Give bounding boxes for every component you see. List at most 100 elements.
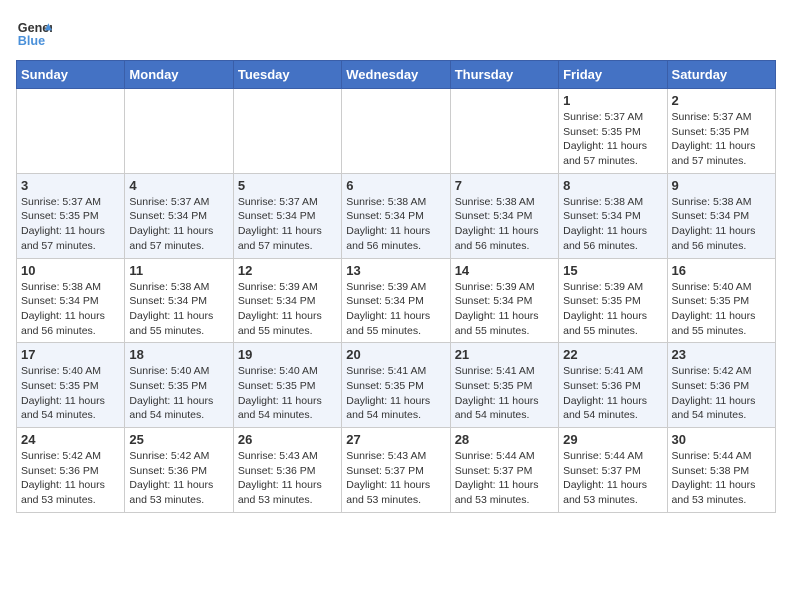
day-info: Sunrise: 5:37 AM Sunset: 5:34 PM Dayligh… bbox=[238, 195, 337, 254]
calendar-cell: 14Sunrise: 5:39 AM Sunset: 5:34 PM Dayli… bbox=[450, 258, 558, 343]
calendar-cell: 13 Sunrise: 5:39 AM Sunset: 5:34 PM Dayli… bbox=[342, 258, 450, 343]
day-header-wednesday: Wednesday bbox=[342, 61, 450, 89]
day-info: Sunrise: 5:38 AM Sunset: 5:34 PM Dayligh… bbox=[346, 195, 445, 254]
svg-text:Blue: Blue bbox=[18, 34, 45, 48]
calendar-cell: 29 Sunrise: 5:44 AM Sunset: 5:37 PM Dayli… bbox=[559, 428, 667, 513]
day-number: 11 bbox=[129, 263, 228, 278]
calendar-cell: 8 Sunrise: 5:38 AM Sunset: 5:34 PM Daylig… bbox=[559, 173, 667, 258]
logo-icon: General Blue bbox=[16, 16, 52, 52]
calendar-cell: 1 Sunrise: 5:37 AM Sunset: 5:35 PM Daylig… bbox=[559, 89, 667, 174]
day-number: 3 bbox=[21, 178, 120, 193]
day-info: Sunrise: 5:42 AM Sunset: 5:36 PM Dayligh… bbox=[672, 364, 771, 423]
calendar-cell bbox=[450, 89, 558, 174]
day-number: 1 bbox=[563, 93, 662, 108]
calendar-cell: 16 Sunrise: 5:40 AM Sunset: 5:35 PM Dayli… bbox=[667, 258, 775, 343]
day-info: Sunrise: 5:39 AM Sunset: 5:34 PM Dayligh… bbox=[346, 280, 445, 339]
day-number: 14 bbox=[455, 263, 554, 278]
calendar-week-2: 10 Sunrise: 5:38 AM Sunset: 5:34 PM Dayli… bbox=[17, 258, 776, 343]
day-number: 26 bbox=[238, 432, 337, 447]
page-header: General Blue bbox=[16, 16, 776, 52]
day-number: 12 bbox=[238, 263, 337, 278]
day-number: 16 bbox=[672, 263, 771, 278]
day-number: 20 bbox=[346, 347, 445, 362]
calendar-cell bbox=[233, 89, 341, 174]
day-number: 8 bbox=[563, 178, 662, 193]
day-info: Sunrise: 5:39 AM Sunset: 5:35 PM Dayligh… bbox=[563, 280, 662, 339]
day-info: Sunrise: 5:41 AM Sunset: 5:35 PM Dayligh… bbox=[455, 364, 554, 423]
calendar-cell: 6 Sunrise: 5:38 AM Sunset: 5:34 PM Daylig… bbox=[342, 173, 450, 258]
day-info: Sunrise: 5:40 AM Sunset: 5:35 PM Dayligh… bbox=[672, 280, 771, 339]
day-number: 13 bbox=[346, 263, 445, 278]
calendar-cell: 23 Sunrise: 5:42 AM Sunset: 5:36 PM Dayli… bbox=[667, 343, 775, 428]
calendar-cell: 18 Sunrise: 5:40 AM Sunset: 5:35 PM Dayli… bbox=[125, 343, 233, 428]
day-number: 29 bbox=[563, 432, 662, 447]
calendar-cell bbox=[17, 89, 125, 174]
day-info: Sunrise: 5:43 AM Sunset: 5:36 PM Dayligh… bbox=[238, 449, 337, 508]
day-info: Sunrise: 5:40 AM Sunset: 5:35 PM Dayligh… bbox=[21, 364, 120, 423]
day-info: Sunrise: 5:39 AM Sunset: 5:34 PM Dayligh… bbox=[238, 280, 337, 339]
calendar-cell bbox=[342, 89, 450, 174]
calendar-cell: 15 Sunrise: 5:39 AM Sunset: 5:35 PM Dayli… bbox=[559, 258, 667, 343]
day-info: Sunrise: 5:40 AM Sunset: 5:35 PM Dayligh… bbox=[238, 364, 337, 423]
day-number: 25 bbox=[129, 432, 228, 447]
calendar-cell: 3 Sunrise: 5:37 AM Sunset: 5:35 PM Daylig… bbox=[17, 173, 125, 258]
calendar-cell: 20 Sunrise: 5:41 AM Sunset: 5:35 PM Dayli… bbox=[342, 343, 450, 428]
day-number: 28 bbox=[455, 432, 554, 447]
day-number: 17 bbox=[21, 347, 120, 362]
calendar-cell: 30Sunrise: 5:44 AM Sunset: 5:38 PM Dayli… bbox=[667, 428, 775, 513]
day-info: Sunrise: 5:41 AM Sunset: 5:35 PM Dayligh… bbox=[346, 364, 445, 423]
calendar-cell: 17 Sunrise: 5:40 AM Sunset: 5:35 PM Dayli… bbox=[17, 343, 125, 428]
day-info: Sunrise: 5:37 AM Sunset: 5:35 PM Dayligh… bbox=[672, 110, 771, 169]
calendar-cell bbox=[125, 89, 233, 174]
calendar-cell: 10 Sunrise: 5:38 AM Sunset: 5:34 PM Dayli… bbox=[17, 258, 125, 343]
day-number: 4 bbox=[129, 178, 228, 193]
day-number: 7 bbox=[455, 178, 554, 193]
day-info: Sunrise: 5:41 AM Sunset: 5:36 PM Dayligh… bbox=[563, 364, 662, 423]
day-info: Sunrise: 5:44 AM Sunset: 5:37 PM Dayligh… bbox=[455, 449, 554, 508]
day-header-tuesday: Tuesday bbox=[233, 61, 341, 89]
day-info: Sunrise: 5:37 AM Sunset: 5:35 PM Dayligh… bbox=[563, 110, 662, 169]
day-info: Sunrise: 5:42 AM Sunset: 5:36 PM Dayligh… bbox=[129, 449, 228, 508]
day-info: Sunrise: 5:38 AM Sunset: 5:34 PM Dayligh… bbox=[455, 195, 554, 254]
day-header-thursday: Thursday bbox=[450, 61, 558, 89]
day-info: Sunrise: 5:37 AM Sunset: 5:34 PM Dayligh… bbox=[129, 195, 228, 254]
calendar-cell: 27 Sunrise: 5:43 AM Sunset: 5:37 PM Dayli… bbox=[342, 428, 450, 513]
calendar-header-row: SundayMondayTuesdayWednesdayThursdayFrid… bbox=[17, 61, 776, 89]
day-info: Sunrise: 5:38 AM Sunset: 5:34 PM Dayligh… bbox=[21, 280, 120, 339]
calendar-cell: 11Sunrise: 5:38 AM Sunset: 5:34 PM Dayli… bbox=[125, 258, 233, 343]
day-number: 19 bbox=[238, 347, 337, 362]
calendar-cell: 2 Sunrise: 5:37 AM Sunset: 5:35 PM Daylig… bbox=[667, 89, 775, 174]
calendar-cell: 22Sunrise: 5:41 AM Sunset: 5:36 PM Dayli… bbox=[559, 343, 667, 428]
calendar-week-4: 24Sunrise: 5:42 AM Sunset: 5:36 PM Dayli… bbox=[17, 428, 776, 513]
day-info: Sunrise: 5:43 AM Sunset: 5:37 PM Dayligh… bbox=[346, 449, 445, 508]
day-number: 18 bbox=[129, 347, 228, 362]
day-number: 10 bbox=[21, 263, 120, 278]
day-header-friday: Friday bbox=[559, 61, 667, 89]
calendar-cell: 24Sunrise: 5:42 AM Sunset: 5:36 PM Dayli… bbox=[17, 428, 125, 513]
day-number: 9 bbox=[672, 178, 771, 193]
calendar-cell: 19 Sunrise: 5:40 AM Sunset: 5:35 PM Dayli… bbox=[233, 343, 341, 428]
calendar-cell: 25 Sunrise: 5:42 AM Sunset: 5:36 PM Dayli… bbox=[125, 428, 233, 513]
calendar-week-3: 17 Sunrise: 5:40 AM Sunset: 5:35 PM Dayli… bbox=[17, 343, 776, 428]
day-info: Sunrise: 5:44 AM Sunset: 5:37 PM Dayligh… bbox=[563, 449, 662, 508]
day-number: 15 bbox=[563, 263, 662, 278]
calendar-cell: 9Sunrise: 5:38 AM Sunset: 5:34 PM Daylig… bbox=[667, 173, 775, 258]
day-number: 27 bbox=[346, 432, 445, 447]
day-number: 6 bbox=[346, 178, 445, 193]
calendar-cell: 5 Sunrise: 5:37 AM Sunset: 5:34 PM Daylig… bbox=[233, 173, 341, 258]
day-info: Sunrise: 5:37 AM Sunset: 5:35 PM Dayligh… bbox=[21, 195, 120, 254]
day-header-monday: Monday bbox=[125, 61, 233, 89]
day-number: 2 bbox=[672, 93, 771, 108]
day-header-saturday: Saturday bbox=[667, 61, 775, 89]
calendar-cell: 12 Sunrise: 5:39 AM Sunset: 5:34 PM Dayli… bbox=[233, 258, 341, 343]
calendar-cell: 7 Sunrise: 5:38 AM Sunset: 5:34 PM Daylig… bbox=[450, 173, 558, 258]
calendar-cell: 21 Sunrise: 5:41 AM Sunset: 5:35 PM Dayli… bbox=[450, 343, 558, 428]
calendar-cell: 26 Sunrise: 5:43 AM Sunset: 5:36 PM Dayli… bbox=[233, 428, 341, 513]
day-info: Sunrise: 5:40 AM Sunset: 5:35 PM Dayligh… bbox=[129, 364, 228, 423]
day-number: 5 bbox=[238, 178, 337, 193]
day-number: 30 bbox=[672, 432, 771, 447]
day-number: 23 bbox=[672, 347, 771, 362]
day-info: Sunrise: 5:42 AM Sunset: 5:36 PM Dayligh… bbox=[21, 449, 120, 508]
day-number: 21 bbox=[455, 347, 554, 362]
day-info: Sunrise: 5:38 AM Sunset: 5:34 PM Dayligh… bbox=[563, 195, 662, 254]
